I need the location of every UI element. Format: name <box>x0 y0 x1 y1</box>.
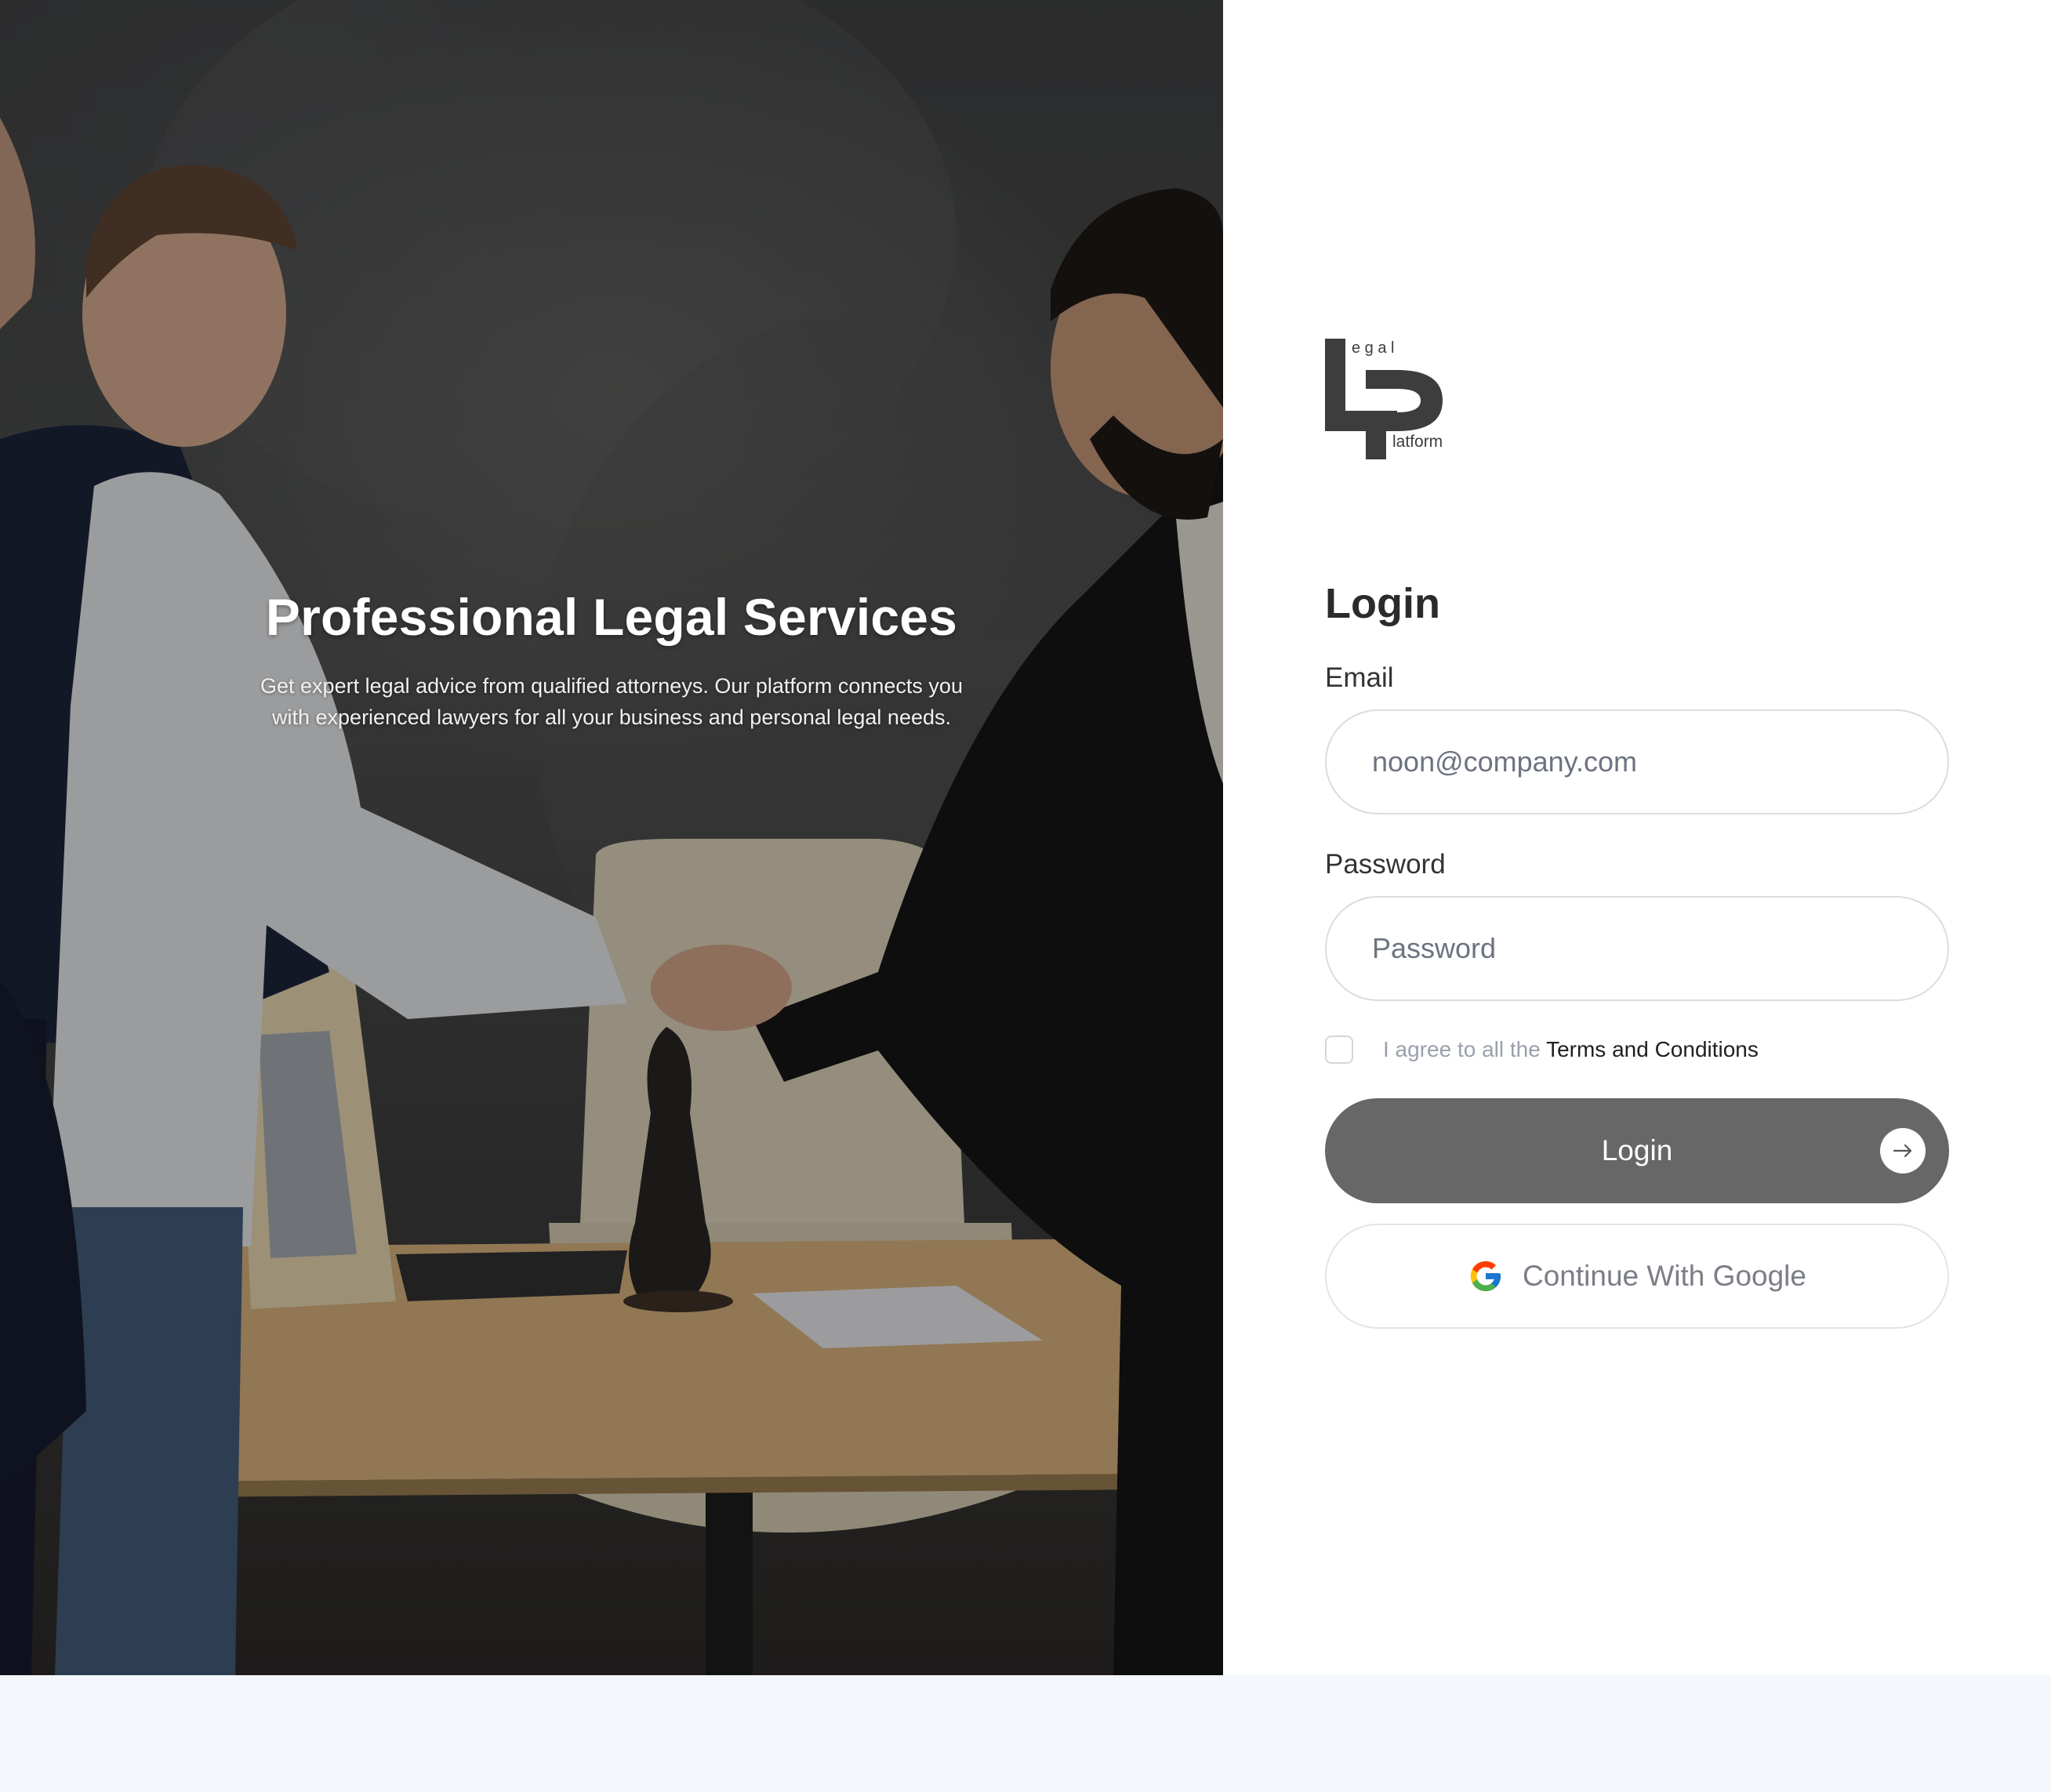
terms-row: I agree to all the Terms and Conditions <box>1325 1034 1949 1065</box>
password-input[interactable] <box>1325 896 1949 1001</box>
email-input[interactable] <box>1325 709 1949 814</box>
hero-image-panel: Professional Legal Services Get expert l… <box>0 0 1223 1675</box>
terms-text: I agree to all the Terms and Conditions <box>1383 1037 1759 1062</box>
legal-platform-logo: e g a l latform <box>1325 339 1443 459</box>
terms-checkbox[interactable] <box>1325 1036 1353 1064</box>
login-title: Login <box>1325 580 1440 627</box>
google-icon <box>1470 1261 1501 1292</box>
terms-prefix: I agree to all the <box>1383 1037 1547 1061</box>
hero-text-block: Professional Legal Services Get expert l… <box>243 584 980 733</box>
hero-title: Professional Legal Services <box>265 588 958 646</box>
continue-with-google-button[interactable]: Continue With Google <box>1325 1224 1949 1329</box>
logo-top-text: e g a l <box>1352 339 1394 357</box>
login-button-label: Login <box>1601 1134 1673 1166</box>
login-page: Professional Legal Services Get expert l… <box>0 0 2051 1675</box>
terms-link[interactable]: Terms and Conditions <box>1546 1037 1759 1061</box>
hero-dark-overlay <box>0 0 1223 1675</box>
arrow-right-icon <box>1880 1128 1926 1174</box>
page-footer-area <box>0 1675 2051 1792</box>
logo-bottom-text: latform <box>1392 433 1443 451</box>
email-label: Email <box>1325 662 1394 693</box>
hero-subtitle: Get expert legal advice from qualified a… <box>260 674 963 729</box>
login-form: Login Email Password I agree to all the … <box>1325 576 1949 1329</box>
password-label: Password <box>1325 849 1446 880</box>
login-button[interactable]: Login <box>1325 1098 1949 1203</box>
google-button-label: Continue With Google <box>1523 1260 1806 1292</box>
